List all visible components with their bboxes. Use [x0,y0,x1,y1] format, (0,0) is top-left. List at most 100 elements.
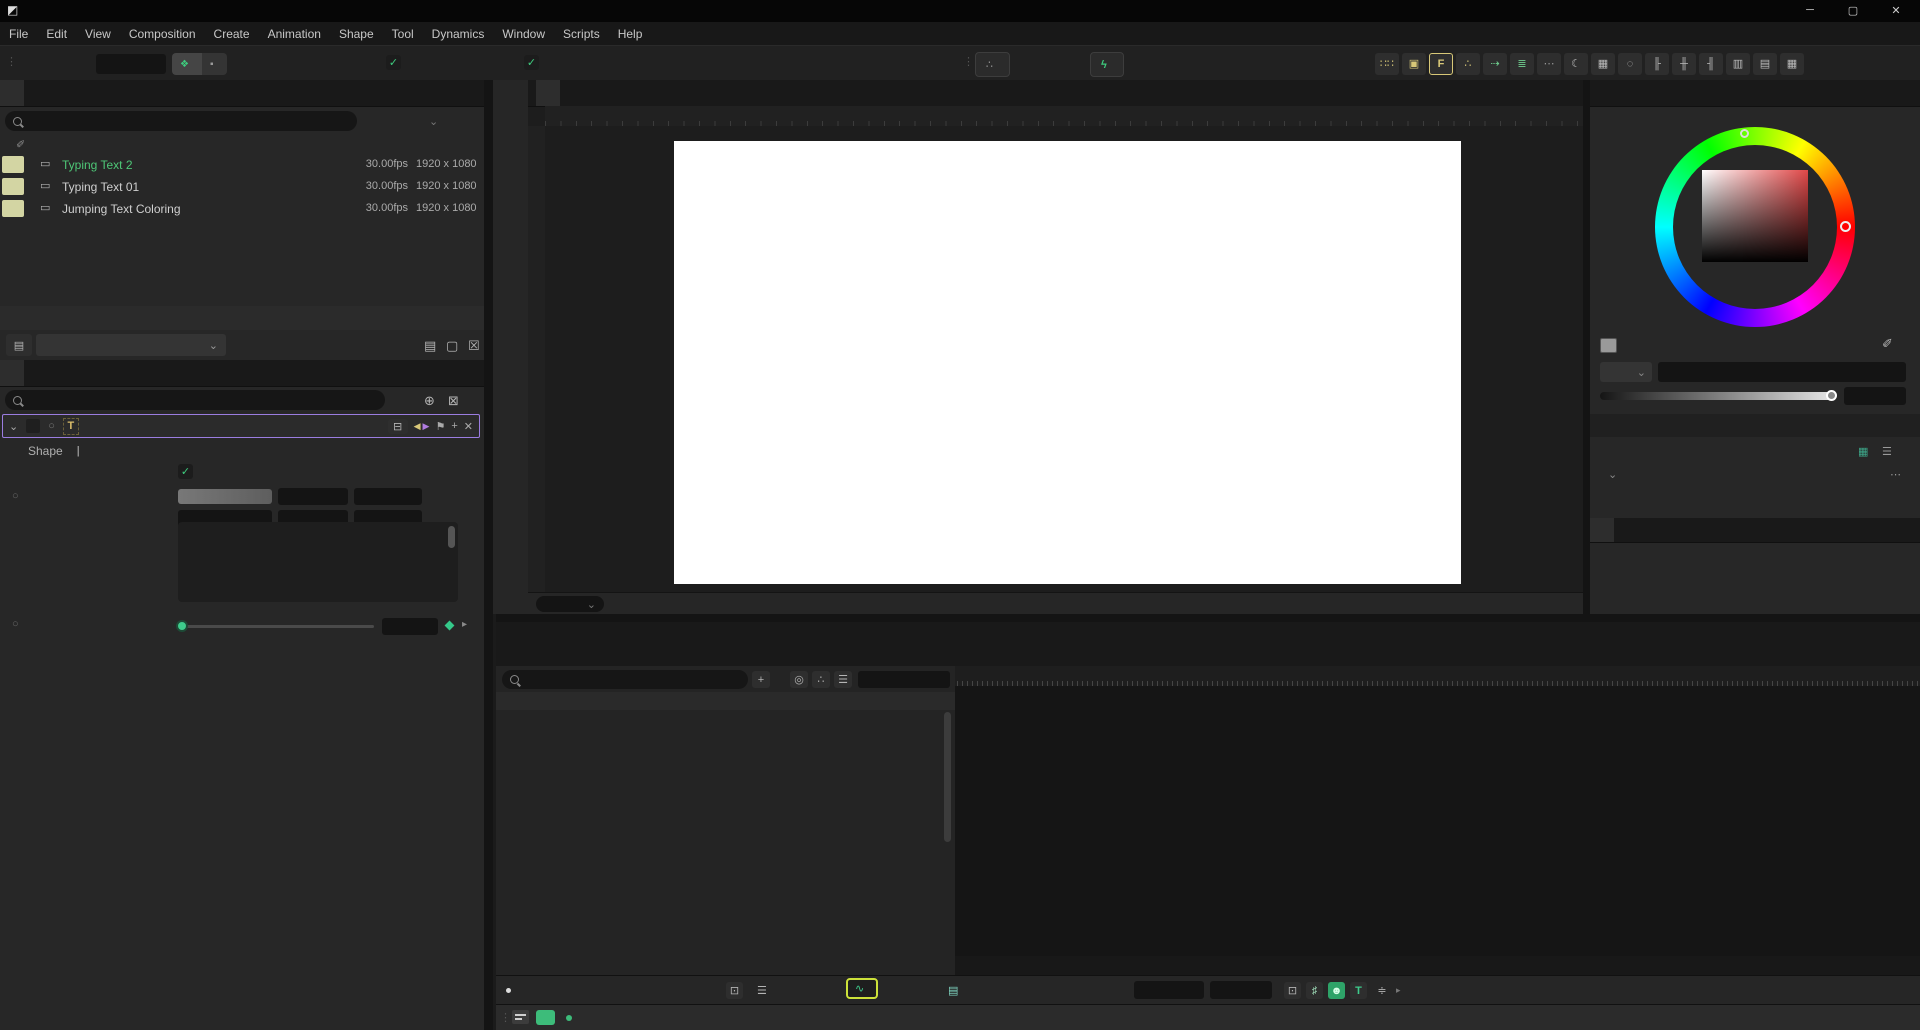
align-center-icon[interactable]: ╫ [1672,53,1696,75]
demo-scenes-button[interactable]: ∴ [975,52,1010,77]
pin-icon[interactable]: ⚑ [435,420,445,433]
hex-value-field[interactable] [1658,362,1906,382]
in-arrow-icon[interactable]: ◀ [414,421,421,432]
trash-icon[interactable]: ☒ [468,338,480,354]
columns-view-icon[interactable]: ▥ [1726,53,1750,75]
color-wheel[interactable] [1655,127,1855,327]
attribute-search-input[interactable] [28,393,377,407]
table-icon[interactable]: ▦ [1591,53,1615,75]
viewport-canvas-zone[interactable] [545,126,1583,592]
menu-scripts[interactable]: Scripts [554,22,609,45]
asset-color-chip[interactable] [2,156,24,173]
frame-field[interactable] [858,671,950,688]
individual-mode-button[interactable]: ▪ [202,53,227,75]
hex-field[interactable] [278,488,348,505]
group-mode-button[interactable]: ❖ [172,53,202,75]
tab-align[interactable] [1590,518,1614,542]
alpha-value-field[interactable] [382,618,438,635]
lasso-icon[interactable]: ◌ [1618,53,1642,75]
time-editor-button[interactable]: ☰ [750,981,779,1000]
alpha-keyframe-icon[interactable]: ○ [12,618,19,630]
rows-view-icon[interactable]: ▤ [1753,53,1777,75]
project-settings-button[interactable]: ▤ [6,334,32,356]
v-splitter-left[interactable] [484,80,493,1030]
hex-dropdown[interactable]: ⌄ [1600,362,1652,382]
message-count-badge[interactable] [536,1010,555,1025]
sort-order-dropdown[interactable]: ⌄ [424,115,438,128]
graph-range-bar[interactable] [955,686,1920,700]
eyedropper-icon[interactable]: ✐ [1882,336,1893,352]
menu-help[interactable]: Help [609,22,652,45]
composition-canvas[interactable] [674,141,1461,584]
toolbar-grip-2[interactable]: ⋮ [963,55,974,68]
tab-shape[interactable]: Shape [20,442,71,460]
align-right-icon[interactable]: ╢ [1699,53,1723,75]
close-button[interactable]: ✕ [1881,4,1911,17]
list-view-icon[interactable]: ☰ [1882,445,1892,458]
connections-icon[interactable]: ⊟ [388,419,408,434]
color-swatch[interactable] [178,489,272,504]
text-frame-icon[interactable]: F [1429,53,1453,75]
default-keyframe-layer-dropdown[interactable]: ▤ [948,981,964,1000]
grid-view-icon[interactable]: ▦ [1858,445,1868,458]
asset-row[interactable]: ▭Typing Text 0130.00fps1920 x 1080 [0,176,484,198]
minimize-button[interactable]: ─ [1795,4,1825,16]
layer-scrollbar[interactable] [944,712,951,842]
scatter-filter-button[interactable]: ∴ [812,671,830,688]
graph-top-ruler[interactable] [955,666,1920,686]
dropper-icon[interactable]: ✐ [16,138,25,151]
clear-search-icon[interactable]: ⊠ [448,393,459,409]
shaders-scrollbar[interactable] [448,526,455,548]
keyframe-circle-icon[interactable]: ○ [48,420,55,432]
menu-composition[interactable]: Composition [120,22,205,45]
motion-path-icon[interactable]: ⇢ [1483,53,1507,75]
tab-viewport-typing-text-2[interactable] [536,80,560,106]
moon-icon[interactable]: ☾ [1564,53,1588,75]
swatch-group-dropdown[interactable]: ⌄ [1602,468,1617,481]
text-animator-button[interactable]: T [1350,982,1367,999]
close-attribute-icon[interactable]: ✕ [464,420,473,433]
menu-view[interactable]: View [76,22,120,45]
scatter-icon[interactable]: ∴ [1456,53,1480,75]
viewport-tool-help-checkbox[interactable]: ✓ [524,55,539,70]
asset-color-chip[interactable] [2,200,24,217]
kf-value-field[interactable] [1210,981,1272,999]
grid-dots-icon[interactable]: ∷∷ [1375,53,1399,75]
grid-view-icon[interactable]: ▦ [1780,53,1804,75]
asset-row[interactable]: ▭Jumping Text Coloring30.00fps1920 x 108… [0,198,484,220]
layer-search-input[interactable] [525,673,740,687]
square-selector[interactable] [1740,129,1749,138]
messages-icon[interactable] [512,1010,529,1024]
alpha-slider[interactable] [1600,392,1836,400]
filter-options-button[interactable]: ☰ [834,671,852,688]
snap-angle-field[interactable] [96,54,166,74]
out-arrow-icon[interactable]: ▶ [423,421,430,432]
solo-filter-button[interactable]: ◎ [790,671,808,688]
value-snap-button[interactable]: ♯ [1306,982,1323,999]
alpha-slider-knob[interactable] [176,620,188,632]
add-layer-button[interactable]: + [752,671,770,688]
asset-search-input[interactable] [28,114,349,128]
cube-icon[interactable]: ▣ [1402,53,1426,75]
menu-shape[interactable]: Shape [330,22,383,45]
layer-search[interactable] [502,670,748,689]
menu-dynamics[interactable]: Dynamics [423,22,494,45]
export-icon[interactable]: ▢ [446,338,458,354]
alpha-slider-handle[interactable] [1826,390,1837,401]
layer-tools-checkbox[interactable]: ✓ [386,55,401,70]
attribute-layer-header[interactable]: ⌄ ○ T ⊟ ◀ ▶ ⚑ + ✕ [2,414,480,438]
open-folder-icon[interactable]: ▤ [424,338,436,354]
asset-search[interactable] [5,111,357,131]
zoom-dropdown[interactable]: ⌄ [536,596,604,612]
v-splitter-right[interactable] [1583,80,1590,622]
graph-editor-button[interactable]: ∿ [846,978,878,999]
menu-window[interactable]: Window [493,22,554,45]
menu-create[interactable]: Create [205,22,259,45]
asset-row[interactable]: ▭Typing Text 230.00fps1920 x 1080 [0,154,484,176]
try-pro-button[interactable]: ϟ [1090,52,1124,77]
collapse-icon[interactable]: ⌄ [9,420,18,433]
alpha-keyframe-diamond[interactable] [445,621,455,631]
menu-file[interactable]: File [0,22,37,45]
maximize-button[interactable]: ▢ [1838,4,1868,17]
menu-animation[interactable]: Animation [259,22,330,45]
